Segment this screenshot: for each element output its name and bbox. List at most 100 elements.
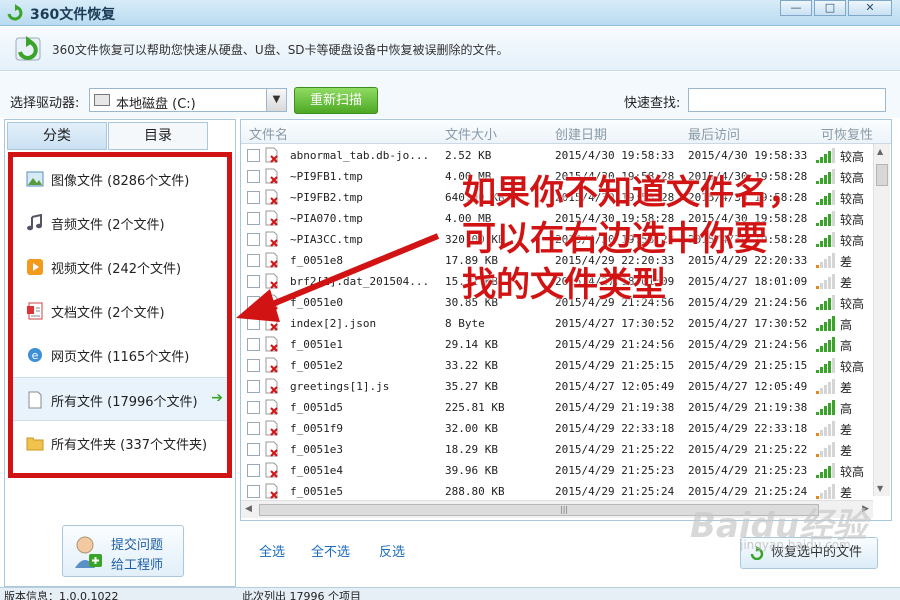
maximize-button[interactable]: □ <box>814 0 846 16</box>
signal-bars-icon <box>816 442 835 457</box>
row-checkbox[interactable] <box>247 443 260 456</box>
window-title: 360文件恢复 <box>30 7 116 23</box>
invert-selection-link[interactable]: 反选 <box>379 541 405 560</box>
last-access-date: 2015/4/27 17:30:52 <box>688 317 808 330</box>
column-header-size[interactable]: 文件大小 <box>445 124 497 143</box>
column-header-created[interactable]: 创建日期 <box>555 124 607 143</box>
file-name: f_0051d5 <box>290 401 343 414</box>
last-access-date: 2015/4/29 21:24:56 <box>688 338 808 351</box>
file-name: f_0051e8 <box>290 254 343 267</box>
tab-directory[interactable]: 目录 <box>108 122 208 150</box>
toolbar: 选择驱动器: 本地磁盘 (C:) ▼ 重新扫描 快速查找: <box>0 72 900 118</box>
row-checkbox[interactable] <box>247 170 260 183</box>
select-none-link[interactable]: 全不选 <box>311 541 350 560</box>
file-size: 2.52 KB <box>445 149 492 162</box>
drive-select[interactable]: 本地磁盘 (C:) ▼ <box>89 88 287 112</box>
deleted-file-icon <box>265 210 278 226</box>
row-checkbox[interactable] <box>247 191 260 204</box>
annotation-line: 可以在右边选中你要 <box>462 219 768 259</box>
created-date: 2015/4/30 19:58:33 <box>555 149 675 162</box>
recoverability: 较高 <box>840 234 865 248</box>
row-checkbox[interactable] <box>247 317 260 330</box>
contact-engineer-button[interactable]: 提交问题 给工程师 <box>62 525 184 577</box>
table-row[interactable]: f_0051e3 18.29 KB 2015/4/29 21:25:22 2015/4… <box>241 439 873 460</box>
signal-bars-icon <box>816 337 835 352</box>
file-name: ~PIA070.tmp <box>290 212 363 225</box>
annotation-line: 如果你不知道文件名， <box>462 173 802 213</box>
table-row[interactable]: greetings[1].js 35.27 KB 2015/4/27 12:05:4… <box>241 376 873 397</box>
status-bar: 版本信息：1.0.0.1022 此次列出 17996 个项目 <box>0 587 900 600</box>
category-image[interactable]: 图像文件 (8286个文件) <box>13 157 227 201</box>
category-all-files[interactable]: 所有文件 (17996个文件) ➔ <box>13 377 227 421</box>
category-document[interactable]: 文档文件 (2个文件) <box>13 289 227 333</box>
select-all-link[interactable]: 全选 <box>259 541 285 560</box>
column-header-accessed[interactable]: 最后访问 <box>688 124 740 143</box>
table-row[interactable]: f_0051f9 32.00 KB 2015/4/29 22:33:18 2015/4… <box>241 418 873 439</box>
row-checkbox[interactable] <box>247 149 260 162</box>
scroll-thumb[interactable] <box>876 164 888 186</box>
signal-bars-icon <box>816 148 835 163</box>
table-row[interactable]: f_0051e2 33.22 KB 2015/4/29 21:25:15 2015/4… <box>241 355 873 376</box>
row-checkbox[interactable] <box>247 422 260 435</box>
scroll-left-icon[interactable]: ◀ <box>245 504 252 514</box>
file-size: 225.81 KB <box>445 401 505 414</box>
arrow-right-icon: ➔ <box>211 390 223 406</box>
row-checkbox[interactable] <box>247 464 260 477</box>
category-video[interactable]: 视频文件 (242个文件) <box>13 245 227 289</box>
deleted-file-icon <box>265 273 278 289</box>
row-checkbox[interactable] <box>247 338 260 351</box>
column-header-name[interactable]: 文件名 <box>249 124 288 143</box>
row-checkbox[interactable] <box>247 401 260 414</box>
scroll-down-icon[interactable]: ▼ <box>877 484 883 493</box>
row-checkbox[interactable] <box>247 275 260 288</box>
title-bar: 360文件恢复 — □ ✕ <box>0 0 900 26</box>
deleted-file-icon <box>265 168 278 184</box>
support-line2: 给工程师 <box>111 558 164 573</box>
file-name: ~PIA3CC.tmp <box>290 233 363 246</box>
search-input[interactable] <box>688 88 886 112</box>
category-label: 视频文件 (242个文件) <box>51 262 182 277</box>
file-icon <box>28 391 42 409</box>
image-icon <box>26 171 44 187</box>
category-web[interactable]: e 网页文件 (1165个文件) <box>13 333 227 377</box>
file-size: 32.00 KB <box>445 422 498 435</box>
close-button[interactable]: ✕ <box>848 0 892 16</box>
row-checkbox[interactable] <box>247 233 260 246</box>
signal-bars-icon <box>816 379 835 394</box>
row-checkbox[interactable] <box>247 359 260 372</box>
file-name: ~PI9FB2.tmp <box>290 191 363 204</box>
deleted-file-icon <box>265 378 278 394</box>
row-checkbox[interactable] <box>247 380 260 393</box>
table-row[interactable]: f_0051d5 225.81 KB 2015/4/29 21:19:38 2015/… <box>241 397 873 418</box>
row-checkbox[interactable] <box>247 254 260 267</box>
row-checkbox[interactable] <box>247 212 260 225</box>
last-access-date: 2015/4/29 21:19:38 <box>688 401 808 414</box>
deleted-file-icon <box>265 252 278 268</box>
table-row[interactable]: index[2].json 8 Byte 2015/4/27 17:30:52 201… <box>241 313 873 334</box>
category-label: 文档文件 (2个文件) <box>51 306 165 321</box>
file-name: ~PI9FB1.tmp <box>290 170 363 183</box>
column-header-recoverability[interactable]: 可恢复性 <box>821 124 873 143</box>
sidebar: 分类 目录 图像文件 (8286个文件) 音频文件 (2个文件) 视频文件 (2… <box>4 119 236 587</box>
table-row[interactable]: f_0051e1 29.14 KB 2015/4/29 21:24:56 2015/4… <box>241 334 873 355</box>
row-checkbox[interactable] <box>247 485 260 498</box>
category-list: 图像文件 (8286个文件) 音频文件 (2个文件) 视频文件 (242个文件)… <box>8 152 232 478</box>
web-icon: e <box>28 348 42 362</box>
file-name: brf2[1].dat_201504... <box>290 275 430 288</box>
deleted-file-icon <box>265 147 278 163</box>
recoverability: 较高 <box>840 150 865 164</box>
table-row[interactable]: f_0051e4 39.96 KB 2015/4/29 21:25:23 2015/4… <box>241 460 873 481</box>
deleted-file-icon <box>265 357 278 373</box>
category-all-folders[interactable]: 所有文件夹 (337个文件夹) <box>13 421 227 465</box>
scroll-up-icon[interactable]: ▲ <box>877 147 883 156</box>
rescan-button[interactable]: 重新扫描 <box>294 87 378 114</box>
video-icon <box>27 259 43 275</box>
minimize-button[interactable]: — <box>780 0 812 16</box>
row-checkbox[interactable] <box>247 296 260 309</box>
tab-category[interactable]: 分类 <box>7 122 107 150</box>
chevron-down-icon[interactable]: ▼ <box>266 89 286 111</box>
table-row[interactable]: abnormal_tab.db-jo... 2.52 KB 2015/4/30 19… <box>241 145 873 166</box>
app-logo-icon <box>7 4 23 21</box>
vertical-scrollbar[interactable]: ▲ ▼ <box>873 144 890 496</box>
category-audio[interactable]: 音频文件 (2个文件) <box>13 201 227 245</box>
